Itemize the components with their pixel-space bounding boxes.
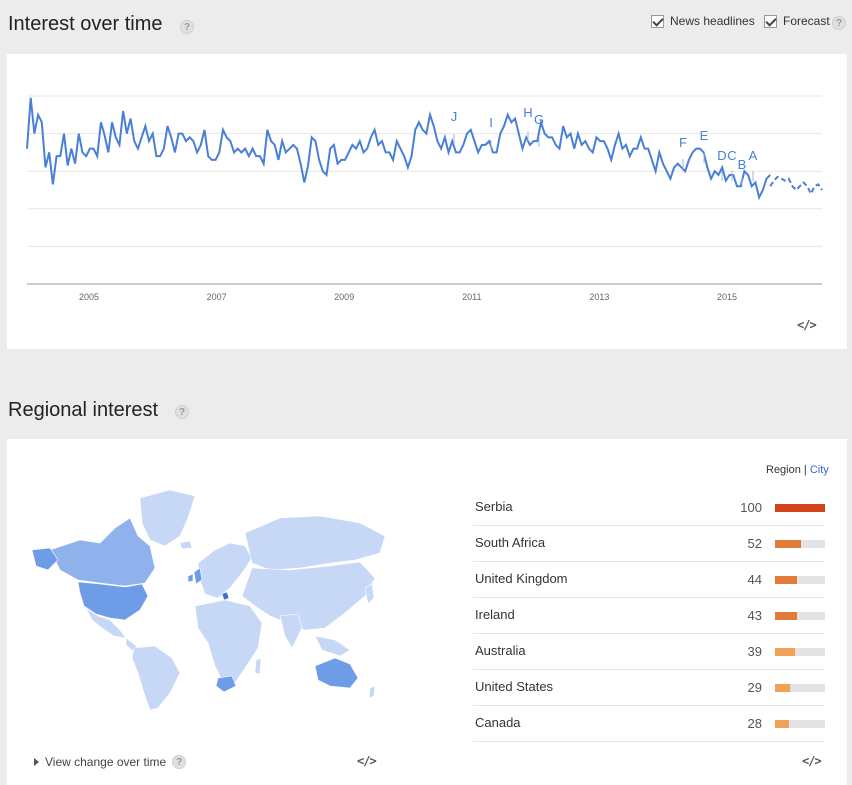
region-bar-track <box>775 684 825 692</box>
toggle-city[interactable]: City <box>810 464 829 476</box>
embed-code-icon[interactable]: </> <box>797 318 817 332</box>
regional-help-icon[interactable]: ? <box>175 405 189 419</box>
interest-help-icon[interactable]: ? <box>180 20 194 34</box>
region-row[interactable]: United States 29 <box>473 670 825 706</box>
region-name: United States <box>475 679 554 694</box>
map-usa[interactable] <box>77 581 149 621</box>
region-row[interactable]: Serbia 100 <box>473 490 825 526</box>
interest-title: Interest over time <box>8 13 163 35</box>
region-bar-fill <box>775 576 797 584</box>
map-india[interactable] <box>279 613 303 649</box>
region-name: Serbia <box>475 499 513 514</box>
annotation-label[interactable]: C <box>727 148 736 163</box>
region-value: 52 <box>747 536 762 551</box>
map-madagascar[interactable] <box>254 657 262 675</box>
map-japan[interactable] <box>364 583 375 605</box>
region-bar-track <box>775 648 825 656</box>
region-bar-fill <box>775 540 801 548</box>
map-russia[interactable] <box>244 515 386 571</box>
region-bar-fill <box>775 648 795 656</box>
map-new-zealand[interactable] <box>368 685 376 699</box>
x-tick-label: 2007 <box>207 292 227 302</box>
x-tick-label: 2005 <box>79 292 99 302</box>
x-tick-label: 2011 <box>462 292 481 302</box>
region-value: 28 <box>747 716 762 731</box>
check-icon <box>651 14 664 28</box>
region-bar-fill <box>775 504 825 512</box>
region-bar-fill <box>775 684 790 692</box>
region-name: United Kingdom <box>475 571 568 586</box>
world-map[interactable] <box>30 488 390 713</box>
region-value: 43 <box>747 608 762 623</box>
forecast-label: Forecast <box>783 14 830 28</box>
region-bar-track <box>775 504 825 512</box>
region-bar-track <box>775 720 825 728</box>
region-row[interactable]: South Africa 52 <box>473 526 825 562</box>
annotation-label[interactable]: G <box>534 112 544 127</box>
expand-triangle-icon <box>34 758 39 766</box>
region-bar-track <box>775 612 825 620</box>
region-value: 44 <box>747 572 762 587</box>
interest-series-line <box>26 97 771 201</box>
view-change-over-time-link[interactable]: View change over time ? <box>34 755 187 769</box>
map-embed-code-icon[interactable]: </> <box>357 754 377 768</box>
region-name: Ireland <box>475 607 515 622</box>
interest-line-chart: 2005 2007 2009 2011 2013 2015 J I H G F ED CBA <box>26 95 823 302</box>
interest-chart-panel: 2005 2007 2009 2011 2013 2015 J I H G F E D C B A </> <box>7 54 847 349</box>
x-tick-label: 2015 <box>717 292 737 302</box>
news-headlines-label: News headlines <box>670 14 755 28</box>
region-name: Canada <box>475 715 521 730</box>
forecast-checkbox[interactable]: Forecast <box>764 14 830 28</box>
region-name: South Africa <box>475 535 546 550</box>
x-tick-label: 2009 <box>334 292 354 302</box>
region-row[interactable]: United Kingdom 44 <box>473 562 825 598</box>
annotation-label[interactable]: E <box>700 128 709 143</box>
region-bar-track <box>775 540 825 548</box>
annotation-label[interactable]: B <box>738 157 747 172</box>
map-greenland[interactable] <box>139 489 196 547</box>
x-tick-label: 2013 <box>589 292 609 302</box>
annotation-label[interactable]: H <box>523 105 532 120</box>
annotation-label[interactable]: I <box>489 115 493 130</box>
annotation-label[interactable]: J <box>451 109 458 124</box>
news-headlines-checkbox[interactable]: News headlines <box>651 14 755 28</box>
region-row[interactable]: Australia 39 <box>473 634 825 670</box>
map-australia[interactable] <box>314 657 359 689</box>
region-value: 39 <box>747 644 762 659</box>
annotation-label[interactable]: F <box>679 135 687 150</box>
view-change-help-icon[interactable]: ? <box>172 755 187 769</box>
toggle-region[interactable]: Region <box>766 464 801 476</box>
annotation-label[interactable]: D <box>717 148 726 163</box>
map-ireland[interactable] <box>187 573 194 583</box>
map-europe[interactable] <box>197 542 253 599</box>
region-bar-track <box>775 576 825 584</box>
region-table: Serbia 100 South Africa 52 United Kingdom 44 I… <box>473 490 825 742</box>
regional-title: Regional interest <box>8 399 159 421</box>
map-south-america[interactable] <box>131 645 181 711</box>
map-south-africa[interactable] <box>215 675 237 693</box>
region-row[interactable]: Canada 28 <box>473 706 825 742</box>
map-iceland[interactable] <box>179 540 193 550</box>
map-se-asia[interactable] <box>314 635 351 657</box>
region-row[interactable]: Ireland 43 <box>473 598 825 634</box>
map-canada[interactable] <box>49 517 156 587</box>
region-value: 29 <box>747 680 762 695</box>
map-africa[interactable] <box>194 599 263 687</box>
view-change-label: View change over time <box>45 755 167 769</box>
map-asia[interactable] <box>241 561 376 631</box>
region-bar-fill <box>775 720 789 728</box>
region-value: 100 <box>740 500 762 515</box>
region-name: Australia <box>475 643 526 658</box>
forecast-help-icon[interactable]: ? <box>832 16 846 30</box>
annotation-label[interactable]: A <box>749 148 758 163</box>
check-icon <box>764 14 777 28</box>
forecast-series-line <box>769 175 823 197</box>
region-city-toggle: Region | City <box>766 464 829 476</box>
table-embed-code-icon[interactable]: </> <box>802 754 822 768</box>
region-bar-fill <box>775 612 797 620</box>
